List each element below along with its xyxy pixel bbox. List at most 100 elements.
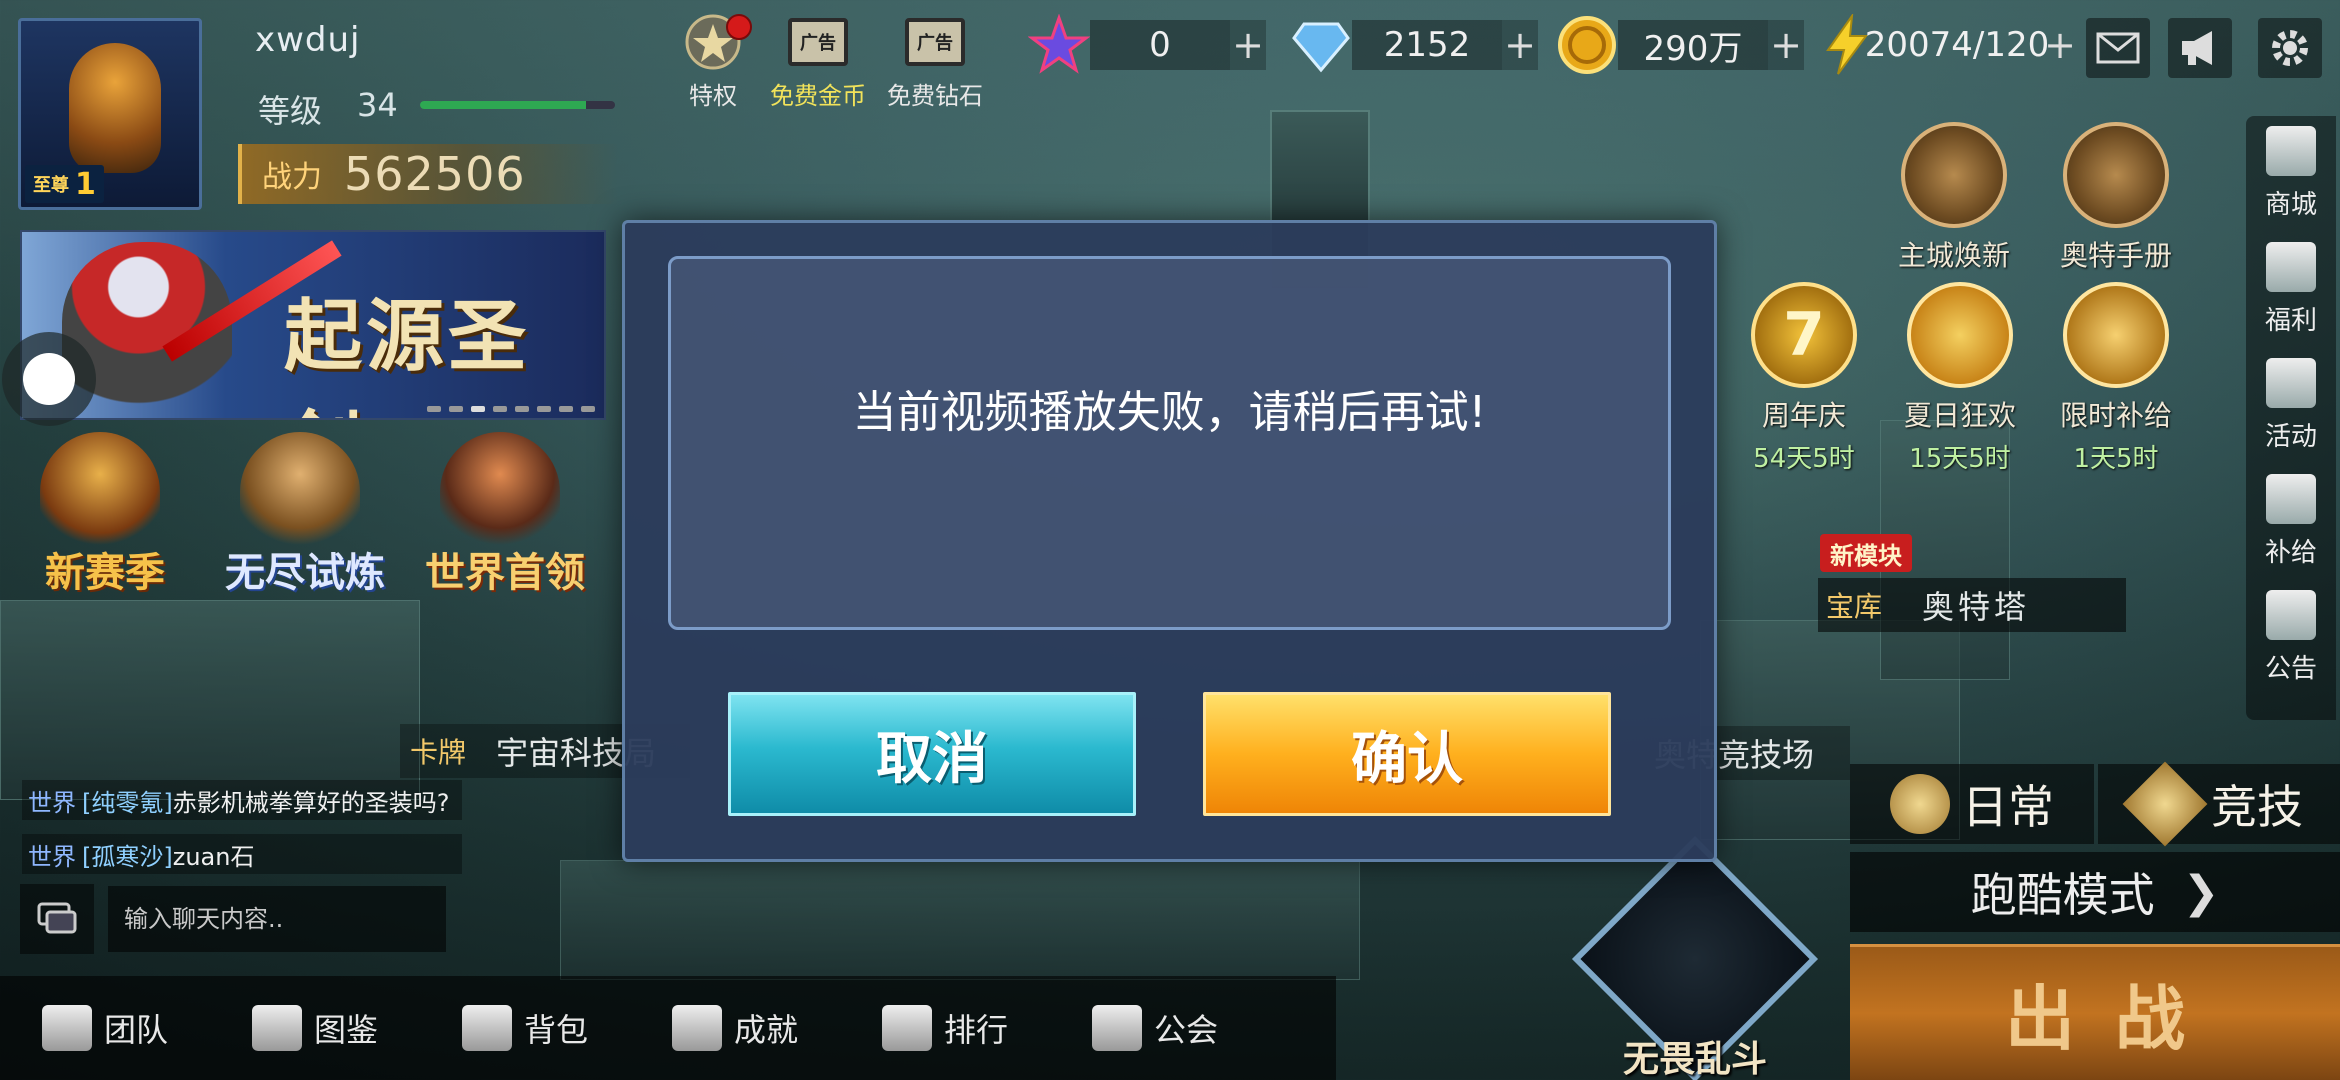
battle-button[interactable]: 出战 <box>1850 944 2340 1080</box>
combat-power: 战力 562506 <box>238 144 618 204</box>
gold-coin-icon <box>1558 16 1616 74</box>
add-energy-button[interactable]: + <box>2042 20 2078 70</box>
supply-timer: 1天5时 <box>2073 444 2159 474</box>
side-item-supply[interactable]: 补给 <box>2246 464 2336 580</box>
nav-ranking[interactable]: 排行 <box>840 1005 1050 1051</box>
chat-text: 赤影机械拳算好的圣装吗? <box>172 788 450 817</box>
city-renewal-button[interactable]: 主城焕新 <box>1884 122 2024 282</box>
event-banner[interactable]: 起源圣剑 <box>20 230 606 420</box>
compete-mode-button[interactable]: 竞技 <box>2098 761 2340 847</box>
announcement-button[interactable] <box>2168 18 2232 78</box>
nav-bag[interactable]: 背包 <box>420 1005 630 1051</box>
city-renewal-label: 主城焕新 <box>1897 239 2010 272</box>
summer-carnival-button[interactable]: 夏日狂欢 15天5时 <box>1890 282 2030 474</box>
summer-label: 夏日狂欢 <box>1903 399 2016 432</box>
ad-film-icon: 广告 <box>786 12 850 72</box>
side-item-label: 商城 <box>2264 190 2317 220</box>
side-item-shop[interactable]: 商城 <box>2246 116 2336 232</box>
new-season-button[interactable]: 新赛季 <box>10 432 200 602</box>
add-star-button[interactable]: + <box>1230 20 1266 70</box>
side-item-welfare[interactable]: 福利 <box>2246 232 2336 348</box>
daily-mode-button[interactable]: 日常 <box>1850 764 2094 844</box>
city-building <box>0 600 420 800</box>
side-item-label: 活动 <box>2264 422 2317 452</box>
endless-trial-label: 无尽试炼 <box>225 549 385 596</box>
side-item-label: 公告 <box>2264 654 2317 684</box>
currency-energy: 20074/120 + <box>1822 14 2078 76</box>
xp-fill <box>420 101 586 109</box>
currency-value: 2152 <box>1352 20 1502 70</box>
chat-input[interactable] <box>108 886 446 952</box>
compete-label: 竞技 <box>2211 780 2303 834</box>
world-boss-label: 世界首领 <box>425 549 585 596</box>
floating-assist-button[interactable] <box>2 332 96 426</box>
trial-art <box>240 432 360 552</box>
crossed-swords-icon <box>2122 761 2208 847</box>
daily-label: 日常 <box>1962 780 2054 834</box>
nav-team[interactable]: 团队 <box>0 1005 210 1051</box>
brawl-label: 无畏乱斗 <box>1622 1039 1767 1080</box>
tower-label: 奥特塔 <box>1922 588 2031 626</box>
side-item-notice[interactable]: 公告 <box>2246 580 2336 696</box>
chat-message: 世界 [纯零氪] 赤影机械拳算好的圣装吗? <box>22 780 462 820</box>
privilege-button[interactable]: 特权 <box>658 12 768 112</box>
megaphone-icon <box>2182 31 2212 65</box>
free-diamond-label: 免费钻石 <box>887 82 983 110</box>
side-item-label: 福利 <box>2264 306 2317 336</box>
avatar-hero <box>69 43 161 173</box>
star-gem-icon <box>1028 14 1090 74</box>
dialog-message: 当前视频播放失败，请稍后再试! <box>852 387 1487 438</box>
notification-dot <box>726 14 752 40</box>
city-building <box>560 860 1360 980</box>
confirm-button[interactable]: 确认 <box>1203 692 1611 816</box>
nav-label: 成就 <box>733 1011 798 1049</box>
handbook-label: 奥特手册 <box>2059 239 2172 272</box>
settings-button[interactable] <box>2258 18 2322 78</box>
player-name: xwduj <box>255 20 361 60</box>
xp-bar <box>420 101 615 109</box>
nav-label: 公会 <box>1153 1011 1218 1049</box>
notice-icon <box>2266 590 2316 640</box>
gift-icon <box>2266 242 2316 292</box>
world-boss-button[interactable]: 世界首领 <box>410 432 600 602</box>
add-gold-button[interactable]: + <box>1768 20 1804 70</box>
anniversary-button[interactable]: 7 周年庆 54天5时 <box>1734 282 1874 474</box>
chat-toggle-button[interactable] <box>20 884 94 954</box>
chat-sender: [孤寒沙] <box>82 842 173 871</box>
rank-level: 1 <box>75 166 96 202</box>
nav-label: 背包 <box>523 1011 588 1049</box>
ultra-tower-tag[interactable]: 宝库 奥特塔 <box>1818 578 2126 632</box>
currency-value: 20074/120 <box>1864 25 2050 65</box>
endless-trial-button[interactable]: 无尽试炼 <box>210 432 400 602</box>
add-diamond-button[interactable]: + <box>1502 20 1538 70</box>
mail-button[interactable] <box>2086 18 2150 78</box>
side-item-activity[interactable]: 活动 <box>2246 348 2336 464</box>
ad-film-icon: 广告 <box>903 12 967 72</box>
power-value: 562506 <box>344 147 526 201</box>
power-label: 战力 <box>262 160 322 195</box>
parkour-mode-button[interactable]: 跑酷模式 ❯ <box>1850 852 2340 932</box>
parkour-label: 跑酷模式 <box>1970 868 2155 922</box>
team-icon <box>41 1005 92 1051</box>
free-diamond-button[interactable]: 广告 免费钻石 <box>880 12 990 112</box>
handbook-icon <box>2063 122 2169 228</box>
bag-icon <box>461 1005 512 1051</box>
cancel-button[interactable]: 取消 <box>728 692 1136 816</box>
currency-diamond: 2152 + <box>1290 14 1538 76</box>
ultra-handbook-button[interactable]: 奥特手册 <box>2046 122 2186 282</box>
supply-icon <box>2266 474 2316 524</box>
chevron-right-icon: ❯ <box>2182 866 2220 918</box>
chat-sender: [纯零氪] <box>82 788 173 817</box>
season-art <box>40 432 160 552</box>
currency-value: 290万 <box>1618 20 1768 70</box>
player-avatar[interactable]: 至尊 1 <box>18 18 202 210</box>
nav-achievement[interactable]: 成就 <box>630 1005 840 1051</box>
nav-codex[interactable]: 图鉴 <box>210 1005 420 1051</box>
nav-label: 团队 <box>103 1011 168 1049</box>
nav-guild[interactable]: 公会 <box>1050 1005 1260 1051</box>
currency-value: 0 <box>1090 20 1230 70</box>
anniversary-label: 周年庆 <box>1761 399 1846 432</box>
limited-supply-button[interactable]: 限时补给 1天5时 <box>2046 282 2186 474</box>
carousel-dots <box>427 406 595 412</box>
free-gold-button[interactable]: 广告 免费金币 <box>763 12 873 112</box>
